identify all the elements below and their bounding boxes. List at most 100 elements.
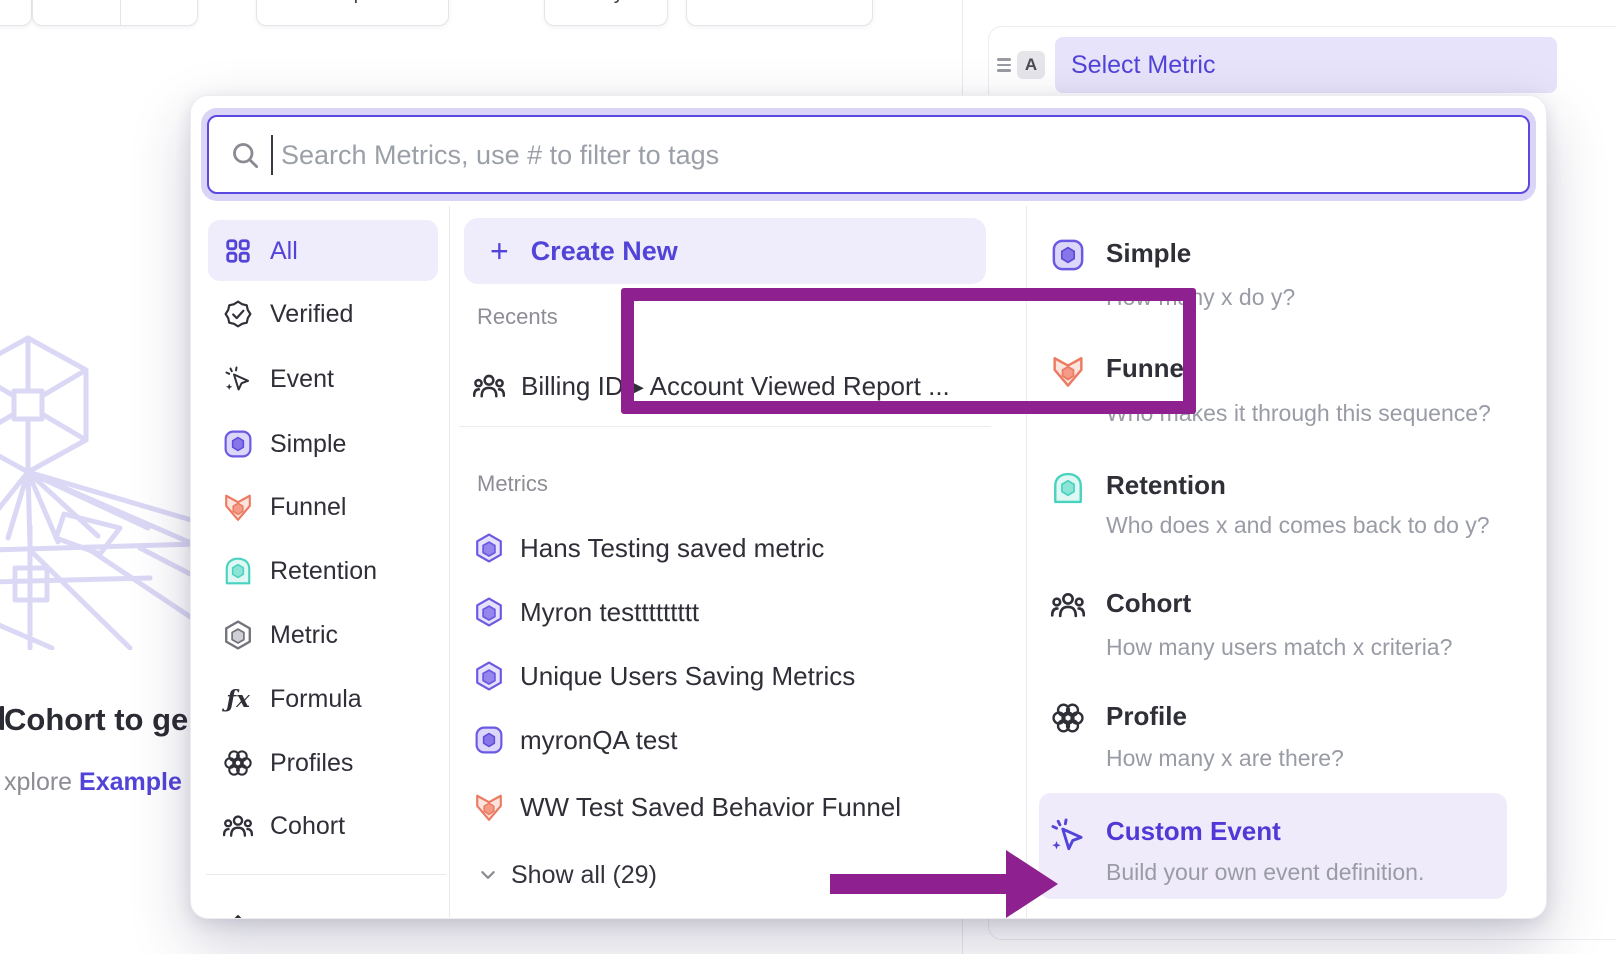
tag-icon — [223, 914, 253, 919]
line-chart-icon — [744, 0, 768, 5]
sidebar-item-label: Profiles — [270, 749, 353, 778]
empty-state-wireframe-illustration — [0, 330, 200, 650]
search-icon — [231, 141, 259, 174]
profiles-flower-icon — [1051, 702, 1085, 734]
simple-metric-icon — [475, 726, 503, 754]
saved-metric-label: Unique Users Saving Metrics — [520, 661, 855, 692]
chevron-down-icon — [479, 866, 497, 884]
drag-handle-icon[interactable] — [997, 55, 1011, 75]
sidebar-item-event[interactable]: Event — [223, 354, 438, 404]
type-profile-description: How many x are there? — [1106, 745, 1344, 772]
sidebar-item-label: Simple — [270, 430, 346, 459]
recent-item-billing-id[interactable]: Billing ID ▸ Account Viewed Report ... — [473, 361, 950, 411]
simple-metric-icon — [1051, 239, 1085, 271]
event-cursor-icon — [223, 366, 253, 392]
type-custom-event-description: Build your own event definition. — [1106, 859, 1424, 886]
funnel-icon — [223, 492, 253, 522]
saved-metric-label: Hans Testing saved metric — [520, 533, 824, 564]
sidebar-item-label: Funnel — [270, 493, 346, 522]
sidebar-column-divider — [449, 206, 450, 918]
cohort-people-icon — [473, 372, 505, 400]
chart-type-line-label: Line — [778, 0, 816, 5]
clipped-label-fragment — [270, 918, 288, 920]
sidebar-item-all[interactable]: All — [223, 226, 438, 276]
sidebar-item-retention[interactable]: Retention — [223, 546, 438, 596]
list-item-saved-metric[interactable]: Unique Users Saving Metrics — [475, 651, 855, 701]
sidebar-item-formula[interactable]: ƒx Formula — [223, 674, 438, 724]
create-new-label: Create New — [531, 236, 678, 267]
interval-day-label: Day — [588, 0, 624, 5]
list-item-saved-metric[interactable]: Hans Testing saved metric — [475, 523, 824, 573]
type-retention-description: Who does x and comes back to do y? — [1106, 512, 1490, 539]
type-cohort-title[interactable]: Cohort — [1106, 588, 1191, 619]
range-ytd-button[interactable]: YTD — [120, 0, 198, 25]
retention-icon — [223, 556, 253, 586]
sidebar-item-label: All — [270, 237, 298, 266]
recents-divider — [459, 426, 991, 427]
sidebar-item-partial[interactable] — [223, 902, 438, 919]
metric-picker-modal: All Verified Event — [190, 95, 1547, 919]
compare-label: Compare — [311, 0, 393, 5]
types-column-divider — [1026, 206, 1027, 918]
metric-hexagon-icon — [475, 597, 503, 627]
retention-icon — [1051, 471, 1085, 505]
show-all-label: Show all (29) — [511, 861, 657, 890]
funnel-icon — [1051, 354, 1085, 388]
profiles-flower-icon — [223, 749, 253, 777]
explore-text-fragment: xplore — [4, 768, 72, 796]
range-12m-label: 12M — [52, 0, 91, 5]
formula-fx-icon: ƒx — [223, 686, 253, 713]
type-funnel-title[interactable]: Funnel — [1106, 353, 1191, 384]
verified-seal-icon — [223, 300, 253, 328]
sidebar-item-label: Cohort — [270, 812, 345, 841]
sidebar-item-label: Verified — [270, 300, 353, 329]
empty-state-title-fragment: Cohort to ge — [4, 702, 188, 738]
metric-hexagon-icon — [475, 661, 503, 691]
create-new-button[interactable]: + Create New — [464, 218, 986, 284]
range-12m-button[interactable]: 12M — [33, 0, 110, 25]
example-link[interactable]: Example — [79, 768, 182, 796]
metrics-section-label: Metrics — [477, 471, 548, 497]
sidebar-item-simple[interactable]: Simple — [223, 419, 438, 469]
funnel-icon — [475, 792, 503, 822]
custom-event-cursor-icon — [1051, 818, 1085, 852]
compare-button[interactable]: Compare — [256, 0, 449, 26]
type-funnel-description: Who makes it through this sequence? — [1106, 400, 1491, 427]
sidebar-item-metric[interactable]: Metric — [223, 610, 438, 660]
chart-type-line-button[interactable]: Line — [686, 0, 873, 26]
type-cohort-description: How many users match x criteria? — [1106, 634, 1452, 661]
cohort-people-icon — [1051, 590, 1085, 620]
sidebar-item-label: Retention — [270, 557, 377, 586]
sidebar-section-divider — [206, 874, 446, 875]
type-custom-event-title[interactable]: Custom Event — [1106, 816, 1281, 847]
empty-state-explore-line: xplore Example — [4, 768, 182, 797]
sidebar-item-label: Event — [270, 365, 334, 394]
series-a-badge: A — [1017, 51, 1045, 79]
sidebar-item-label: Formula — [270, 685, 362, 714]
search-field[interactable] — [207, 115, 1530, 194]
type-simple-description: How many x do y? — [1106, 284, 1295, 311]
list-item-saved-metric[interactable]: WW Test Saved Behavior Funnel — [475, 782, 901, 832]
search-input[interactable] — [279, 117, 1513, 194]
metric-hexagon-icon — [475, 533, 503, 563]
sidebar-item-profiles[interactable]: Profiles — [223, 738, 438, 788]
type-simple-title[interactable]: Simple — [1106, 238, 1191, 269]
sidebar-item-verified[interactable]: Verified — [223, 289, 438, 339]
list-item-saved-metric[interactable]: myronQA test — [475, 715, 678, 765]
saved-metric-label: myronQA test — [520, 725, 678, 756]
show-all-toggle[interactable]: Show all (29) — [479, 850, 657, 900]
date-range-segmented-control: 12M YTD — [32, 0, 198, 26]
grid-icon — [223, 239, 253, 263]
select-metric-button[interactable]: Select Metric — [1055, 37, 1557, 93]
recent-item-label: Billing ID ▸ Account Viewed Report ... — [521, 371, 950, 402]
type-retention-title[interactable]: Retention — [1106, 470, 1226, 501]
sidebar-item-cohort[interactable]: Cohort — [223, 801, 438, 851]
list-item-saved-metric[interactable]: Myron testtttttttt — [475, 587, 699, 637]
type-profile-title[interactable]: Profile — [1106, 701, 1187, 732]
sidebar-item-funnel[interactable]: Funnel — [223, 482, 438, 532]
interval-day-button[interactable]: Day — [544, 0, 668, 26]
recents-section-label: Recents — [477, 304, 558, 330]
text-caret — [271, 135, 273, 175]
range-ytd-label: YTD — [131, 0, 171, 5]
toolbar-button-partial[interactable] — [0, 0, 32, 26]
